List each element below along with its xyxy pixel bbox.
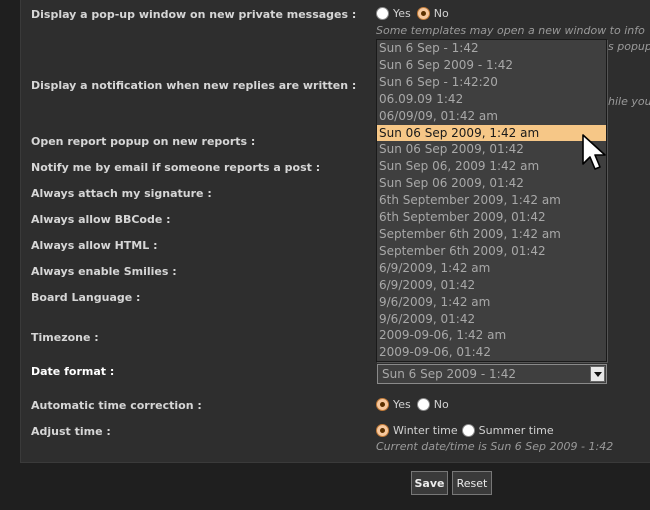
date-format-option[interactable]: Sun 6 Sep 2009 - 1:42 [377, 57, 606, 74]
date-format-dropdown-list[interactable]: Sun 6 Sep - 1:42 Sun 6 Sep 2009 - 1:42 Sun… [376, 39, 607, 362]
dropdown-arrow-icon[interactable] [590, 366, 605, 382]
auto-time-label: Automatic time correction : [31, 399, 202, 412]
mouse-pointer-icon [582, 134, 606, 170]
auto-time-no-radio[interactable] [416, 398, 430, 411]
popup-pm-hint-tail: s popup [608, 40, 650, 53]
auto-time-options: Yes No [376, 398, 449, 411]
popup-pm-hint: Some templates may open a new window to … [376, 24, 645, 37]
winter-time-label: Winter time [393, 424, 458, 437]
date-format-option[interactable]: 2009-09-06, 1:42 am [377, 327, 606, 344]
date-format-option[interactable]: Sun 6 Sep - 1:42:20 [377, 74, 606, 91]
reset-button[interactable]: Reset [452, 471, 492, 495]
date-format-option[interactable]: 6th September 2009, 01:42 [377, 209, 606, 226]
date-format-option[interactable]: 2009-09-06, 01:42 [377, 344, 606, 361]
date-format-option[interactable]: September 6th 2009, 01:42 [377, 243, 606, 260]
adjust-time-label: Adjust time : [31, 425, 111, 438]
attach-signature-label: Always attach my signature : [31, 187, 212, 200]
auto-time-yes-label: Yes [393, 398, 411, 411]
enable-smilies-label: Always enable Smilies : [31, 265, 177, 278]
summer-time-label: Summer time [478, 424, 554, 437]
notify-replies-label: Display a notification when new replies … [31, 79, 357, 92]
date-format-option[interactable]: 06.09.09 1:42 [377, 91, 606, 108]
date-format-option[interactable]: Sun Sep 06, 2009 1:42 am [377, 158, 606, 175]
popup-pm-label: Display a pop-up window on new private m… [31, 8, 357, 21]
date-format-label: Date format : [31, 365, 115, 378]
date-format-option[interactable]: 9/6/2009, 01:42 [377, 311, 606, 328]
date-format-option[interactable]: Sun 06 Sep 2009, 1:42 am [377, 124, 606, 142]
date-format-option[interactable]: Sun Sep 06 2009, 01:42 [377, 175, 606, 192]
timezone-label: Timezone : [31, 331, 99, 344]
popup-pm-yes-label: Yes [393, 7, 411, 20]
date-format-option[interactable]: 6/9/2009, 1:42 am [377, 260, 606, 277]
date-format-option[interactable]: 6/9/2009, 01:42 [377, 277, 606, 294]
auto-time-no-label: No [433, 398, 449, 411]
date-format-option[interactable]: September 6th 2009, 1:42 am [377, 226, 606, 243]
popup-pm-yes-radio[interactable] [376, 7, 389, 20]
save-button[interactable]: Save [411, 471, 448, 495]
current-time-text: Current date/time is Sun 6 Sep 2009 - 1:… [376, 440, 614, 453]
auto-time-yes-radio[interactable] [376, 398, 389, 411]
notify-email-label: Notify me by email if someone reports a … [31, 161, 321, 174]
popup-pm-no-radio[interactable] [416, 7, 430, 20]
popup-pm-no-label: No [433, 7, 449, 20]
adjust-time-options: Winter time Summer time [376, 424, 554, 437]
date-format-select[interactable]: Sun 6 Sep 2009 - 1:42 [377, 364, 607, 384]
allow-html-label: Always allow HTML : [31, 239, 158, 252]
date-format-option[interactable]: Sun 6 Sep - 1:42 [377, 40, 606, 57]
popup-pm-options: Yes No [376, 7, 449, 20]
winter-time-radio[interactable] [376, 424, 389, 437]
date-format-selected-value: Sun 6 Sep 2009 - 1:42 [382, 367, 516, 381]
summer-time-radio[interactable] [461, 424, 475, 437]
report-popup-label: Open report popup on new reports : [31, 135, 256, 148]
date-format-option[interactable]: Sun 06 Sep 2009, 01:42 [377, 141, 606, 158]
date-format-option[interactable]: 6th September 2009, 1:42 am [377, 192, 606, 209]
allow-bbcode-label: Always allow BBCode : [31, 213, 171, 226]
date-format-option[interactable]: 9/6/2009, 1:42 am [377, 294, 606, 311]
date-format-option[interactable]: 06/09/09, 01:42 am [377, 108, 606, 125]
board-language-label: Board Language : [31, 291, 141, 304]
notify-replies-hint: hile you [608, 95, 650, 108]
